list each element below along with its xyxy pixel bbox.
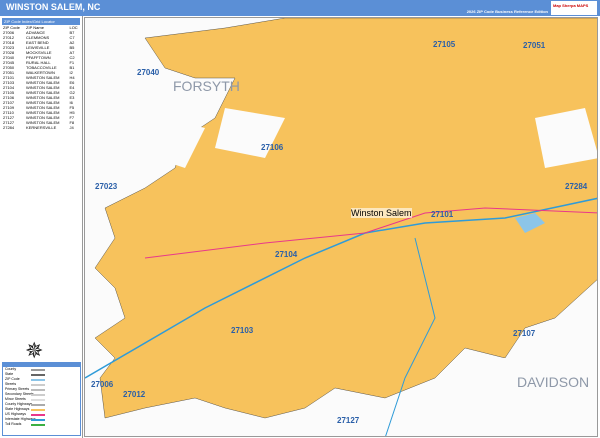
legend-label: Streets xyxy=(5,382,17,386)
zip-label: 27103 xyxy=(231,326,254,335)
legend-swatch xyxy=(31,424,45,426)
legend-swatch xyxy=(31,384,45,386)
map-title: WINSTON SALEM, NC xyxy=(6,2,101,12)
zip-label: 27104 xyxy=(275,250,298,259)
legend-swatch xyxy=(31,414,45,416)
legend-label: County Highways xyxy=(5,402,33,406)
index-cell: KERNERSVILLE xyxy=(26,125,57,130)
zip-label: 27023 xyxy=(95,182,118,191)
zip-label: 27051 xyxy=(523,41,546,50)
legend-label: State xyxy=(5,372,14,376)
zip-label: 27006 xyxy=(91,380,114,389)
legend-label: State Highways xyxy=(5,407,30,411)
legend-label: US Highways xyxy=(5,412,27,416)
legend-swatch xyxy=(31,419,45,421)
legend-swatch xyxy=(31,369,45,371)
index-cell: J4 xyxy=(69,125,74,130)
legend-item: Toll Roads xyxy=(3,422,80,427)
zip-label: 27105 xyxy=(433,40,456,49)
zip-label: 27127 xyxy=(337,416,360,425)
legend-swatch xyxy=(31,379,45,381)
zip-label: 27107 xyxy=(513,329,536,338)
county-label: DAVIDSON xyxy=(517,374,590,390)
zip-index-table: ZIP Code ZIP Name LOC 27006 ADVANCE B7 27012 CL… xyxy=(2,25,81,130)
header-bar: WINSTON SALEM, NC 2026 ZIP Code Business… xyxy=(0,0,600,16)
legend-swatch xyxy=(31,404,45,406)
legend-label: Toll Roads xyxy=(5,422,22,426)
legend-label: Secondary Streets xyxy=(5,392,34,396)
zip-label: 27040 xyxy=(137,68,160,77)
legend-label: County xyxy=(5,367,17,371)
legend-swatch xyxy=(31,394,45,396)
index-title: ZIP Code Index/Grid Locator xyxy=(2,18,80,25)
county-label: FORSYTH xyxy=(173,78,240,94)
logo: Map Sherpa MAPS xyxy=(551,1,597,15)
zip-label: 27284 xyxy=(565,182,588,191)
legend-swatch xyxy=(31,374,45,376)
zip-label: 27101 xyxy=(431,210,454,219)
map-canvas[interactable]: FORSYTH DAVIDSON Winston Salem 27040 271… xyxy=(84,17,598,437)
legend-label: Minor Streets xyxy=(5,397,26,401)
edition-label: 2026 ZIP Code Business Reference Edition xyxy=(466,9,548,14)
city-label: Winston Salem xyxy=(351,208,412,218)
legend-swatch xyxy=(31,389,45,391)
legend-swatch xyxy=(31,399,45,401)
zip-label: 27106 xyxy=(261,143,284,152)
map-legend: County State ZIP Code Streets Primary Street… xyxy=(2,362,81,436)
zip-label: 27012 xyxy=(123,390,146,399)
legend-label: ZIP Code xyxy=(5,377,20,381)
legend-swatch xyxy=(31,409,45,411)
index-row: 27284 KERNERSVILLE J4 xyxy=(2,125,81,130)
legend-label: Primary Streets xyxy=(5,387,30,391)
compass-rose-icon: ✵ xyxy=(25,338,44,363)
index-cell: 27284 xyxy=(3,125,15,130)
